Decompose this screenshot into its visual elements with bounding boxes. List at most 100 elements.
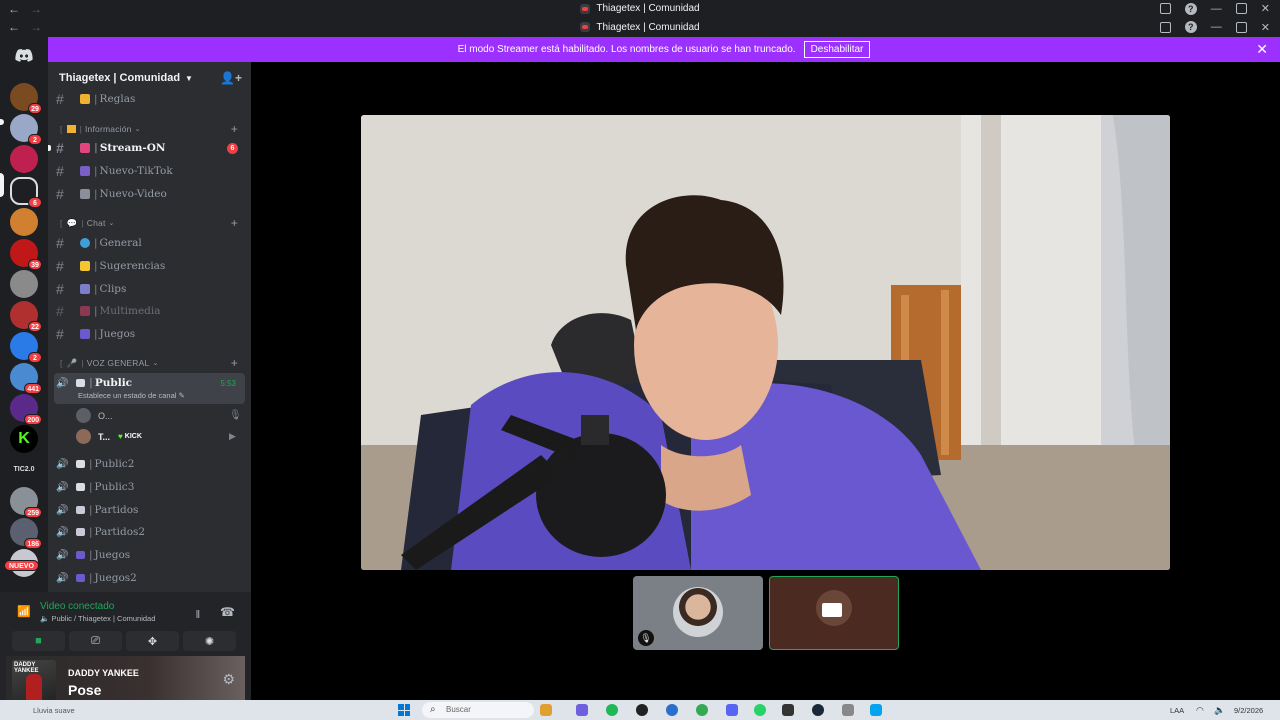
weather-widget[interactable]: Lluvia suave [33, 706, 75, 715]
screen-share-button[interactable]: ⎚ [69, 631, 122, 651]
invite-icon[interactable]: 👤+ [220, 71, 242, 85]
add-channel-icon[interactable]: + [231, 216, 238, 230]
hash-icon: # [56, 235, 64, 251]
activity-card[interactable]: DADDY YANKEE DADDY YANKEE Pose ⚙ [6, 656, 245, 706]
discord-icon[interactable] [726, 704, 738, 716]
server-icon[interactable]: 6 [10, 177, 42, 208]
voice-status[interactable]: Video conectado [40, 601, 114, 612]
server-icon[interactable]: 2 [10, 114, 42, 145]
maximize-icon[interactable] [1235, 21, 1247, 33]
camera-icon: ■ [35, 635, 42, 647]
channel-partidos[interactable]: 🔊 | Partidos [56, 500, 246, 520]
channel-partidos2[interactable]: 🔊 | Partidos2 [56, 522, 246, 542]
help-icon[interactable]: ? [1184, 21, 1197, 33]
gear-icon[interactable]: ⚙ [222, 671, 235, 688]
channel-multimedia[interactable]: # | Multimedia [56, 301, 246, 321]
inbox-icon[interactable] [1159, 3, 1171, 14]
noise-suppression-icon[interactable]: 𝍪 [196, 606, 200, 625]
server-icon[interactable] [10, 208, 38, 236]
camera-button[interactable]: ■ [12, 631, 65, 651]
channel-status[interactable]: Establece un estado de canal ✎ [78, 391, 185, 400]
server-icon[interactable]: NUEVO [4, 549, 39, 577]
activities-button[interactable]: ✥ [126, 631, 179, 651]
server-icon[interactable]: 259 [10, 487, 42, 518]
star-icon [80, 261, 90, 271]
voice-user-2[interactable]: T... ♥ KICK ▶ [76, 429, 236, 444]
taskbar-app-icon[interactable] [870, 704, 882, 716]
channel-nuevo-tiktok[interactable]: # | Nuevo-TikTok [56, 161, 246, 181]
participant-tile-1[interactable]: 🎙 [633, 576, 763, 650]
webcam-frame [361, 115, 1170, 570]
server-icon[interactable] [10, 145, 38, 173]
add-channel-icon[interactable]: + [231, 356, 238, 370]
server-icon[interactable]: 2 [10, 332, 42, 363]
maximize-icon[interactable] [1235, 3, 1247, 14]
participant-tile-2[interactable] [769, 576, 899, 650]
notification-badge: 2 [28, 134, 42, 145]
close-icon[interactable]: ✕ [1261, 2, 1270, 15]
channel-clips[interactable]: # | Clips [56, 279, 246, 299]
megaphone-icon [80, 143, 90, 153]
clock-date[interactable]: 9/2/2026 [1234, 706, 1263, 715]
taskbar-app-icon[interactable] [636, 704, 648, 716]
wifi-icon[interactable]: ◠ [1196, 705, 1204, 716]
category-informacion[interactable]: [| Información ⌄ + [60, 122, 246, 136]
server-header[interactable]: Thiagetex | Comunidad ▼ 👤+ [48, 62, 251, 94]
close-banner-icon[interactable]: ✕ [1256, 41, 1268, 58]
gamepad-icon [80, 329, 90, 339]
taskbar-app-icon[interactable] [666, 704, 678, 716]
chrome-icon[interactable] [696, 704, 708, 716]
channel-juegos-voice[interactable]: 🔊 | Juegos [56, 545, 246, 565]
start-icon[interactable] [398, 704, 410, 716]
add-channel-icon[interactable]: + [231, 122, 238, 136]
inbox-icon[interactable] [1159, 21, 1171, 33]
volume-icon[interactable]: 🔈 [1214, 705, 1225, 716]
channel-general[interactable]: # | General [56, 233, 246, 253]
server-icon[interactable]: K [10, 425, 38, 453]
category-voz-general[interactable]: [🎤 | VOZ GENERAL ⌄ + [60, 356, 246, 370]
server-icon[interactable]: 22 [10, 301, 42, 332]
minimize-icon[interactable]: — [1211, 21, 1222, 33]
discord-home-icon[interactable] [10, 41, 38, 69]
channel-juegos2[interactable]: 🔊 | Juegos2 [56, 568, 246, 588]
channel-sugerencias[interactable]: # | Sugerencias [56, 256, 246, 276]
pencil-icon: ✎ [178, 391, 185, 400]
language-indicator[interactable]: LAA [1170, 706, 1184, 715]
server-icon[interactable]: 186 [10, 518, 42, 549]
taskbar-app-icon[interactable] [842, 704, 854, 716]
channel-public3[interactable]: 🔊 | Public3 [56, 477, 246, 497]
help-icon[interactable]: ? [1184, 2, 1197, 15]
taskbar-app-icon[interactable] [782, 704, 794, 716]
disable-streamer-button[interactable]: Deshabilitar [803, 41, 871, 58]
microphone-icon: 🎤 [66, 357, 78, 368]
spotify-icon[interactable] [606, 704, 618, 716]
taskbar-app-icon[interactable] [576, 704, 588, 716]
taskbar-search[interactable]: Buscar [422, 702, 534, 718]
server-icon[interactable]: 441 [10, 363, 42, 394]
server-icon[interactable]: 39 [10, 239, 42, 270]
server-icon[interactable]: 29 [10, 83, 42, 114]
channel-public[interactable]: 🔊 | Public 5:53 [56, 373, 246, 393]
taskbar-app-icon[interactable] [540, 704, 552, 716]
voice-channel-info[interactable]: 🔈 Public / Thiagetex | Comunidad [40, 614, 155, 623]
server-icon[interactable] [10, 270, 38, 298]
streamer-mode-banner: El modo Streamer está habilitado. Los no… [48, 37, 1280, 62]
channel-label: Partidos2 [94, 526, 146, 538]
minimize-icon[interactable]: — [1211, 3, 1222, 15]
heart-icon: ♥ [118, 432, 123, 441]
disconnect-icon[interactable]: ☎ [220, 605, 235, 619]
main-video-stream[interactable] [361, 115, 1170, 570]
channel-public2[interactable]: 🔊 | Public2 [56, 454, 246, 474]
steam-icon[interactable] [812, 704, 824, 716]
channel-nuevo-video[interactable]: # | Nuevo-Video [56, 184, 246, 204]
voice-user-1[interactable]: O... 🎙 [76, 408, 242, 423]
channel-stream-on[interactable]: # | Stream-ON 6 [56, 138, 246, 158]
server-icon[interactable]: TIC2.0 [10, 456, 38, 484]
close-icon[interactable]: ✕ [1261, 21, 1270, 34]
category-chat[interactable]: [💬 | Chat ⌄ + [60, 216, 246, 230]
channel-juegos[interactable]: # | Juegos [56, 324, 246, 344]
clapper-icon [80, 284, 90, 294]
server-icon[interactable]: 200 [10, 394, 42, 425]
whatsapp-icon[interactable] [754, 704, 766, 716]
soundboard-button[interactable]: ✺ [183, 631, 236, 651]
